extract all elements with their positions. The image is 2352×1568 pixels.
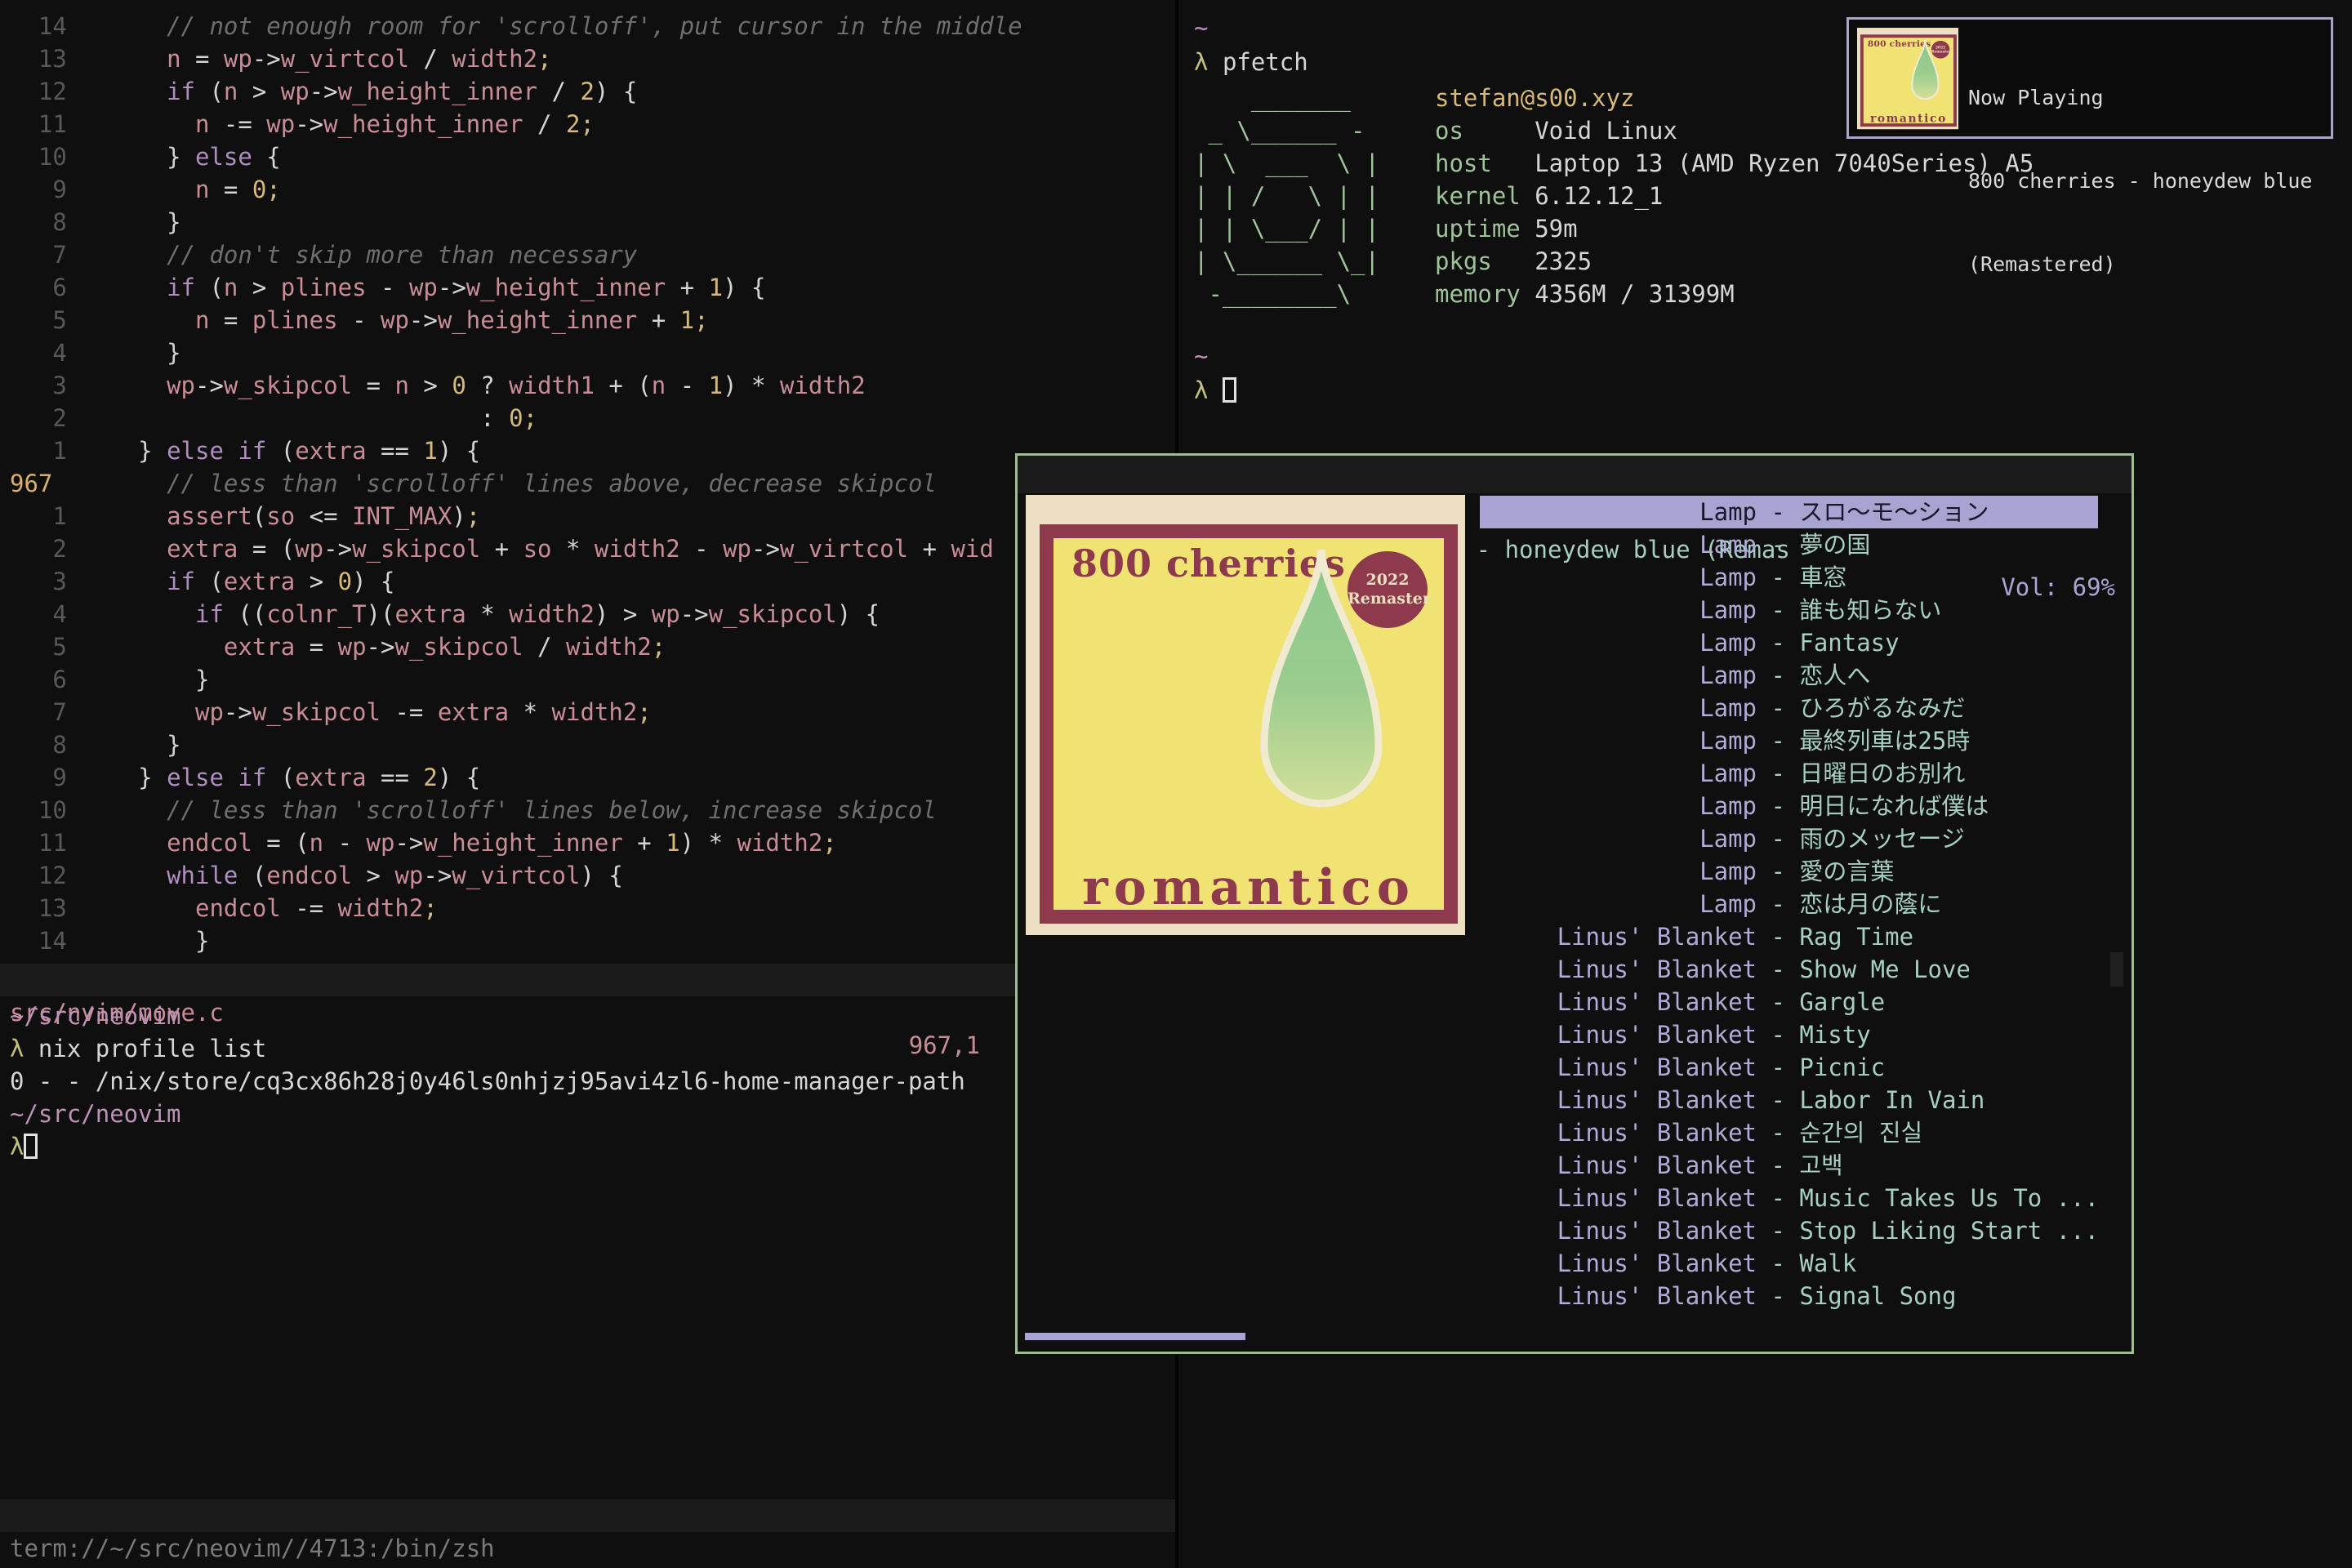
code-line: 4 } — [10, 336, 1170, 369]
playlist-item[interactable]: Linus' Blanket - 순간의 진실 — [1480, 1116, 2098, 1149]
terminal-line: ~/src/neovim — [10, 1098, 965, 1130]
playlist-item[interactable]: Linus' Blanket - 고백 — [1480, 1149, 2098, 1182]
code-line: 11 n -= wp->w_height_inner / 2; — [10, 108, 1170, 140]
shell-command — [1208, 48, 1222, 76]
playlist-item[interactable]: Lamp - 夢の国 — [1480, 528, 2098, 561]
playlist-item[interactable]: Lamp - 車窓 — [1480, 561, 2098, 594]
playlist-item[interactable]: Lamp - 誰も知らない — [1480, 594, 2098, 626]
void-linux-logo: _______ _ \______ - | \ ___ \ | | | / \ … — [1194, 82, 1379, 310]
playlist-item[interactable]: Lamp - 明日になれば僕は — [1480, 790, 2098, 822]
code-line: 13 n = wp->w_virtcol / width2; — [10, 42, 1170, 75]
playlist-item[interactable]: Lamp - 雨のメッセージ — [1480, 822, 2098, 855]
code-line: 10 } else { — [10, 140, 1170, 173]
terminal-line: λ nix profile list — [10, 1032, 965, 1065]
playlist-item[interactable]: Linus' Blanket - Picnic — [1480, 1051, 2098, 1084]
terminal-line: λ — [10, 1130, 965, 1163]
shell-command-line: λ pfetch — [1194, 46, 1308, 78]
code-line: 14 // not enough room for 'scrolloff', p… — [10, 10, 1170, 42]
album-frame: 800 cherries 2022Remaster romantico — [1860, 34, 1957, 127]
code-line: 6 if (n > plines - wp->w_height_inner + … — [10, 271, 1170, 304]
playlist-item[interactable]: Lamp - 恋人へ — [1480, 659, 2098, 692]
code-line: 8 } — [10, 728, 1170, 761]
code-line: 12 if (n > wp->w_height_inner / 2) { — [10, 75, 1170, 108]
code-lines: 14 // not enough room for 'scrolloff', p… — [10, 10, 1170, 957]
player-titlebar: [Playing] herries - honeydew blue (Remas… — [1018, 456, 2132, 493]
playlist-item[interactable]: Lamp - Fantasy — [1480, 626, 2098, 659]
code-line: 2 : 0; — [10, 402, 1170, 434]
notification-track: 800 cherries - honeydew blue — [1968, 167, 2312, 195]
progress-bar[interactable] — [1025, 1333, 1245, 1340]
prompt-lambda-icon: λ — [1194, 48, 1208, 76]
terminal-cursor — [24, 1134, 38, 1159]
code-line: 3 wp->w_skipcol = n > 0 ? width1 + (n - … — [10, 369, 1170, 402]
prompt-lambda-icon: λ — [1194, 376, 1208, 404]
code-line: 1 assert(so <= INT_MAX); — [10, 500, 1170, 532]
code-line: 13 endcol -= width2; — [10, 892, 1170, 924]
shell-cwd: ~ — [1194, 340, 1208, 372]
playlist-scrollbar-thumb[interactable] — [2110, 952, 2123, 987]
terminal-cursor — [1223, 377, 1236, 403]
terminal-statusline: term://~/src/neovim//4713:/bin/zsh 14,3-… — [0, 1499, 1175, 1532]
code-line: 4 if ((colnr_T)(extra * width2) > wp->w_… — [10, 598, 1170, 630]
code-line-current: 967 // less than 'scrolloff' lines above… — [10, 467, 1170, 500]
code-line: 7 wp->w_skipcol -= extra * width2; — [10, 696, 1170, 728]
code-line: 1 } else if (extra == 1) { — [10, 434, 1170, 467]
playlist-item[interactable]: Linus' Blanket - Signal Song — [1480, 1280, 2098, 1312]
vim-statusline: src/nvim/move.c 967,1 — [0, 964, 1175, 996]
playlist-item[interactable]: Linus' Blanket - Gargle — [1480, 986, 2098, 1018]
album-art: 800 cherries 2022Remaster romantico — [1026, 495, 1465, 935]
playlist-item[interactable]: Linus' Blanket - Show Me Love — [1480, 953, 2098, 986]
code-line: 8 } — [10, 206, 1170, 238]
shell-prompt: λ — [1194, 374, 1236, 407]
playlist-item[interactable]: Linus' Blanket - Rag Time — [1480, 920, 2098, 953]
playlist-item[interactable]: Linus' Blanket - Misty — [1480, 1018, 2098, 1051]
code-line: 14 } — [10, 924, 1170, 957]
album-frame: 800 cherries 2022Remaster romantico — [1040, 524, 1458, 924]
playlist-item[interactable]: Linus' Blanket - Labor In Vain — [1480, 1084, 2098, 1116]
code-line: 5 extra = wp->w_skipcol / width2; — [10, 630, 1170, 663]
code-line: 9 } else if (extra == 2) { — [10, 761, 1170, 794]
terminal-ruler: 14,3-2 — [894, 1565, 980, 1568]
code-line: 3 if (extra > 0) { — [10, 565, 1170, 598]
code-line: 11 endcol = (n - wp->w_height_inner + 1)… — [10, 826, 1170, 859]
playlist-item[interactable]: Lamp - ひろがるなみだ — [1480, 692, 2098, 724]
now-playing-notification[interactable]: 800 cherries 2022Remaster romantico Now … — [1846, 17, 2333, 139]
playlist-item-selected[interactable]: Lamp - スロ～モ～ション — [1480, 496, 2098, 528]
playlist-item[interactable]: Lamp - 日曜日のお別れ — [1480, 757, 2098, 790]
embedded-terminal[interactable]: ~/src/neovimλ nix profile list0 - - /nix… — [10, 1000, 965, 1163]
notification-track-suffix: (Remastered) — [1968, 251, 2312, 278]
playlist: Lamp - スロ～モ～ションLamp - 夢の国Lamp - 車窓Lamp -… — [1480, 496, 2098, 1312]
water-drop-icon — [1906, 40, 1944, 108]
code-line: 9 n = 0; — [10, 173, 1170, 206]
album-title-text: romantico — [1870, 112, 1947, 123]
terminal-buffer-name: term://~/src/neovim//4713:/bin/zsh — [10, 1532, 495, 1565]
terminal-line: ~/src/neovim — [10, 1000, 965, 1032]
album-title-text: romantico — [1082, 859, 1415, 910]
shell-cwd: ~ — [1194, 11, 1208, 44]
code-line: 12 while (endcol > wp->w_virtcol) { — [10, 859, 1170, 892]
music-player-window[interactable]: [Playing] herries - honeydew blue (Remas… — [1015, 453, 2134, 1354]
neovim-pane[interactable]: 14 // not enough room for 'scrolloff', p… — [0, 0, 1175, 1568]
playlist-item[interactable]: Linus' Blanket - Music Takes Us To ... — [1480, 1182, 2098, 1214]
code-line: 2 extra = (wp->w_skipcol + so * width2 -… — [10, 532, 1170, 565]
notification-title: Now Playing — [1968, 84, 2312, 112]
playlist-item[interactable]: Lamp - 愛の言葉 — [1480, 855, 2098, 888]
code-line: 5 n = plines - wp->w_height_inner + 1; — [10, 304, 1170, 336]
playlist-item[interactable]: Linus' Blanket - Walk — [1480, 1247, 2098, 1280]
water-drop-icon — [1240, 546, 1403, 840]
album-art-thumbnail: 800 cherries 2022Remaster romantico — [1857, 28, 1958, 129]
terminal-line: 0 - - /nix/store/cq3cx86h28j0y46ls0nhjzj… — [10, 1065, 965, 1098]
code-line: 7 // don't skip more than necessary — [10, 238, 1170, 271]
playlist-item[interactable]: Lamp - 最終列車は25時 — [1480, 724, 2098, 757]
code-line: 6 } — [10, 663, 1170, 696]
desktop: { "palette":{"bg":"#0f0f0f","statusline_… — [0, 0, 2352, 1568]
playlist-item[interactable]: Lamp - 恋は月の蔭に — [1480, 888, 2098, 920]
code-line: 10 // less than 'scrolloff' lines below,… — [10, 794, 1170, 826]
playlist-item[interactable]: Linus' Blanket - Stop Liking Start ... — [1480, 1214, 2098, 1247]
